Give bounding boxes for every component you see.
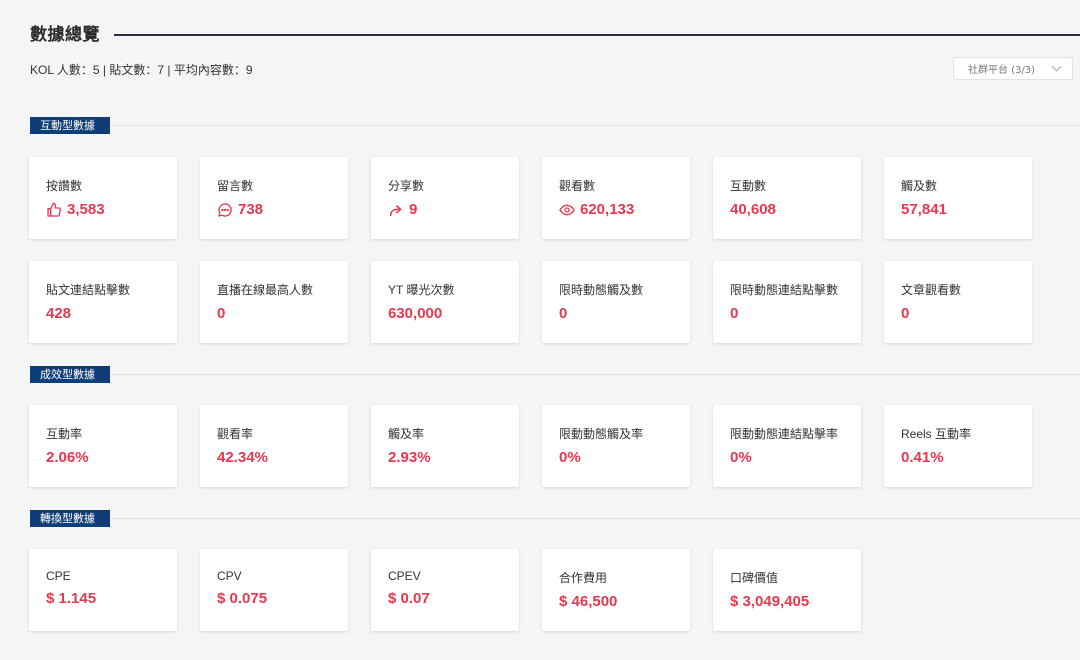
metric-card-article-views: 文章觀看數 0 [884, 261, 1032, 343]
metric-label: 按讚數 [46, 179, 83, 193]
section-tag-conversion: 轉換型數據 [30, 510, 110, 527]
thumbs-up-icon [47, 202, 61, 217]
metric-card-engagements: 互動數 40,608 [713, 157, 861, 239]
section-tag-interaction: 互動型數據 [30, 117, 110, 134]
metric-value: $ 0.07 [388, 590, 430, 607]
metric-value: 2.06% [46, 449, 89, 466]
metric-card-story-link-clicks: 限時動態連結點擊數 0 [713, 261, 861, 343]
share-icon [389, 204, 402, 216]
metric-label: 限時動態連結點擊數 [730, 283, 839, 297]
metric-value: 0 [730, 305, 739, 322]
metric-value: 0 [559, 305, 568, 322]
metric-value: $ 0.075 [217, 590, 268, 607]
page-title: 數據總覽 [30, 25, 100, 45]
metric-value-row: 738 [217, 201, 348, 218]
metric-value-row: 9 [388, 201, 519, 218]
metric-label: 口碑價值 [730, 571, 779, 585]
metric-card-engagement-rate: 互動率 2.06% [29, 405, 177, 487]
platform-select[interactable]: 社群平台 (3/3) [953, 57, 1073, 80]
metric-value-row: 620,133 [559, 201, 690, 218]
metric-label: 互動數 [730, 179, 767, 193]
metric-value: $ 3,049,405 [730, 593, 810, 610]
metric-card-cpe: CPE $ 1.145 [29, 549, 177, 631]
metric-label: 限動動態觸及率 [559, 427, 644, 441]
metric-card-reach-rate: 觸及率 2.93% [371, 405, 519, 487]
chevron-down-icon [1051, 61, 1062, 72]
metric-value: $ 1.145 [46, 590, 97, 607]
comment-icon [218, 202, 232, 217]
metric-label: 觸及數 [901, 179, 938, 193]
metric-label: 文章觀看數 [901, 283, 962, 297]
metric-label: 限動動態連結點擊率 [730, 427, 839, 441]
metric-value: 42.34% [217, 449, 268, 466]
metric-card-yt-impressions: YT 曝光次數 630,000 [371, 261, 519, 343]
metric-label: 合作費用 [559, 571, 608, 585]
metric-card-story-reach-rate: 限動動態觸及率 0% [542, 405, 690, 487]
section-rule [110, 374, 1080, 375]
metric-value: 738 [238, 201, 264, 218]
metric-card-story-reach: 限時動態觸及數 0 [542, 261, 690, 343]
metric-value: 0 [901, 305, 910, 322]
metric-value: 0 [217, 305, 226, 322]
section-tag-performance: 成效型數據 [30, 366, 110, 383]
metric-label: 觀看率 [217, 427, 254, 441]
metric-label: 分享數 [388, 179, 425, 193]
metric-label: CPV [217, 569, 242, 583]
platform-select-label: 社群平台 (3/3) [968, 65, 1036, 76]
metric-label: 觸及率 [388, 427, 425, 441]
metric-value: 0.41% [901, 449, 944, 466]
metric-label: CPE [46, 569, 71, 583]
metric-card-likes: 按讚數 3,583 [29, 157, 177, 239]
metric-card-reels-engagement-rate: Reels 互動率 0.41% [884, 405, 1032, 487]
metric-card-post-link-clicks: 貼文連結點擊數 428 [29, 261, 177, 343]
metric-label: 觀看數 [559, 179, 596, 193]
metric-card-reach: 觸及數 57,841 [884, 157, 1032, 239]
section-rule [110, 518, 1080, 519]
metric-value: 0% [730, 449, 752, 466]
metric-label: 留言數 [217, 179, 254, 193]
metric-label: CPEV [388, 569, 421, 583]
metric-value: 0% [559, 449, 581, 466]
metric-card-view-rate: 觀看率 42.34% [200, 405, 348, 487]
metric-value: 3,583 [67, 201, 105, 218]
metric-value-row: 3,583 [46, 201, 177, 218]
summary-stats: KOL 人數：5 | 貼文數：7 | 平均內容數：9 [30, 63, 253, 77]
metric-label: 互動率 [46, 427, 83, 441]
metric-card-story-click-rate: 限動動態連結點擊率 0% [713, 405, 861, 487]
metric-label: 直播在線最高人數 [217, 283, 314, 297]
metric-card-wom-value: 口碑價值 $ 3,049,405 [713, 549, 861, 631]
metric-value: $ 46,500 [559, 593, 618, 610]
metric-value: 57,841 [901, 201, 947, 218]
metric-card-shares: 分享數 9 [371, 157, 519, 239]
metric-value: 9 [409, 201, 418, 218]
metric-card-comments: 留言數 738 [200, 157, 348, 239]
title-rule [114, 34, 1080, 36]
metric-value: 2.93% [388, 449, 431, 466]
metric-value: 40,608 [730, 201, 776, 218]
metric-value: 620,133 [580, 201, 635, 218]
metric-label: YT 曝光次數 [388, 283, 455, 297]
metric-label: 限時動態觸及數 [559, 283, 644, 297]
metric-label: Reels 互動率 [901, 427, 972, 441]
metric-value: 630,000 [388, 305, 443, 322]
metric-card-views: 觀看數 620,133 [542, 157, 690, 239]
metric-value: 428 [46, 305, 72, 322]
metric-card-collab-fee: 合作費用 $ 46,500 [542, 549, 690, 631]
section-rule [110, 125, 1080, 126]
metric-card-cpev: CPEV $ 0.07 [371, 549, 519, 631]
eye-icon [559, 204, 575, 215]
metric-card-live-peak-viewers: 直播在線最高人數 0 [200, 261, 348, 343]
metric-card-cpv: CPV $ 0.075 [200, 549, 348, 631]
metric-label: 貼文連結點擊數 [46, 283, 131, 297]
